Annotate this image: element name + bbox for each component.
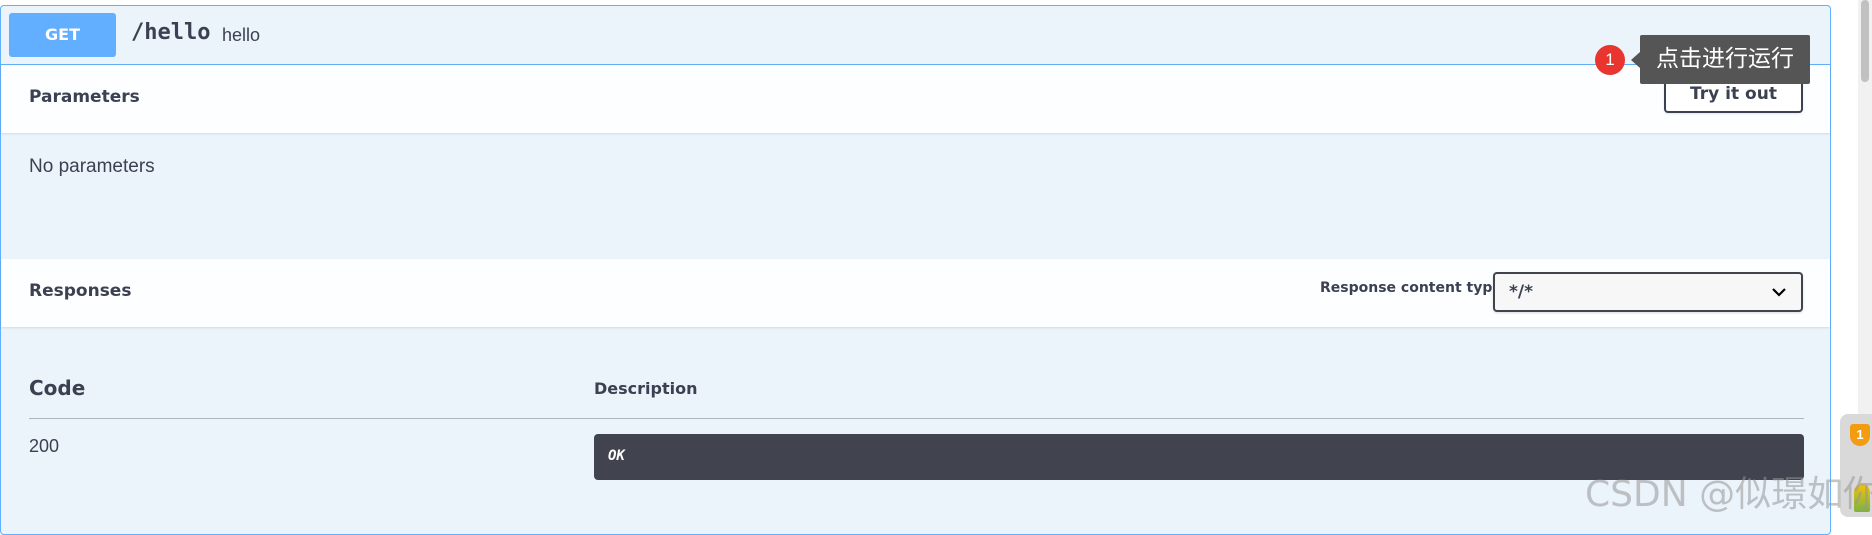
parameters-section-header: Parameters bbox=[1, 65, 1830, 133]
select-value: */* bbox=[1509, 282, 1533, 302]
description-column-header: Description bbox=[594, 379, 698, 398]
response-content-type-label: Response content type bbox=[1320, 280, 1502, 296]
tooltip-arrow bbox=[1631, 52, 1640, 68]
responses-title: Responses bbox=[29, 281, 132, 301]
table-divider bbox=[29, 418, 1804, 419]
shield-icon: 1 bbox=[1850, 424, 1870, 446]
code-column-header: Code bbox=[29, 376, 86, 400]
watermark: CSDN @似璟如你 bbox=[1585, 474, 1872, 515]
operation-summary-text: hello bbox=[222, 25, 261, 45]
parameters-title: Parameters bbox=[29, 87, 140, 107]
response-description: OK bbox=[608, 448, 625, 464]
step-number-badge: 1 bbox=[1595, 45, 1625, 75]
response-content-type-select[interactable]: */* bbox=[1493, 272, 1803, 312]
response-code: 200 bbox=[29, 436, 60, 456]
operation-block: GET /hello hello Parameters No parameter… bbox=[0, 5, 1831, 535]
no-parameters-text: No parameters bbox=[29, 156, 155, 177]
operation-summary[interactable]: GET /hello hello bbox=[1, 6, 1830, 65]
scrollbar-thumb[interactable] bbox=[1861, 0, 1869, 82]
operation-path: /hello bbox=[131, 20, 211, 45]
tooltip: 点击进行运行 bbox=[1640, 35, 1810, 84]
method-badge: GET bbox=[9, 13, 116, 57]
chevron-down-icon bbox=[1772, 288, 1786, 297]
